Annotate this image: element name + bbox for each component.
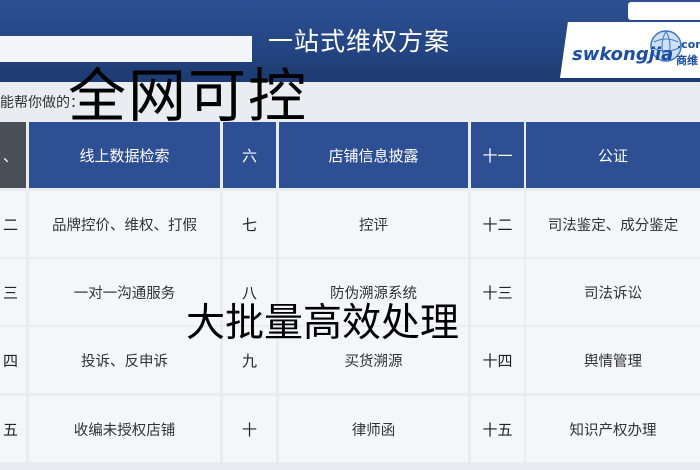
table-cell: 律师函 <box>279 396 468 462</box>
table-cell: 四 <box>0 327 26 393</box>
logo-text: swkongjia <box>572 44 674 65</box>
table-cell: 十二 <box>471 191 524 257</box>
table-cell: 司法鉴定、成分鉴定 <box>526 191 700 257</box>
table-cell: 十五 <box>471 396 524 462</box>
table-header-cell: 、 <box>0 122 26 188</box>
table-cell: 十 <box>223 396 276 462</box>
table-cell: 舆情管理 <box>526 327 700 393</box>
banner-title: 一站式维权方案 <box>268 27 451 56</box>
table-cell: 五 <box>0 396 26 462</box>
table-cell: 品牌控价、维权、打假 <box>29 191 220 257</box>
table-cell: 司法诉讼 <box>526 259 700 325</box>
overlay-caption-middle: 大批量高效处理 <box>186 301 460 346</box>
logo-cn: 商维 <box>676 54 698 67</box>
table-header-cell: 十一 <box>471 122 524 188</box>
logo-com: .com <box>677 38 700 51</box>
top-right-tab <box>628 2 700 20</box>
table-cell: 二 <box>0 191 26 257</box>
overlay-caption-top: 全网可控 <box>68 62 309 130</box>
banner-white-strip <box>0 36 252 62</box>
table-cell: 知识产权办理 <box>526 396 700 462</box>
table-cell: 控评 <box>279 191 468 257</box>
table-cell: 七 <box>223 191 276 257</box>
table-cell: 收编未授权店铺 <box>29 396 220 462</box>
table-cell: 三 <box>0 259 26 325</box>
table-header-cell: 公证 <box>526 122 700 188</box>
